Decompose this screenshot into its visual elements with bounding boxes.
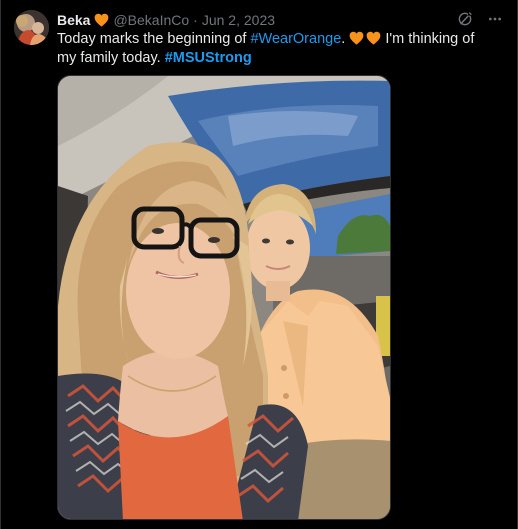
tweet-text-part1: Today marks the beginning of: [57, 31, 251, 47]
tweet-card[interactable]: Beka @BekaInCo · Jun 2, 2023 Today marks…: [0, 0, 518, 529]
more-icon[interactable]: [486, 10, 504, 28]
meta-separator: ·: [193, 12, 198, 28]
hashtag-wearorange[interactable]: #WearOrange: [250, 31, 341, 47]
orange-heart-icon: [94, 13, 109, 27]
selfie-photo: [58, 76, 390, 519]
tweet-header: Beka @BekaInCo · Jun 2, 2023: [57, 11, 275, 29]
tweet-text: Today marks the beginning of #WearOrange…: [57, 30, 497, 68]
orange-heart-icon: [349, 31, 364, 45]
avatar[interactable]: [14, 10, 49, 45]
tweet-date[interactable]: Jun 2, 2023: [202, 11, 275, 29]
author-handle[interactable]: @BekaInCo: [113, 11, 189, 29]
grok-icon[interactable]: [456, 10, 474, 28]
orange-heart-icon: [366, 31, 381, 45]
hashtag-msustrong[interactable]: #MSUStrong: [165, 50, 252, 66]
avatar-image: [14, 10, 49, 45]
tweet-actions: [456, 10, 504, 28]
tweet-text-part2: .: [341, 31, 350, 47]
author-name[interactable]: Beka: [57, 11, 90, 29]
tweet-photo[interactable]: [57, 75, 391, 520]
